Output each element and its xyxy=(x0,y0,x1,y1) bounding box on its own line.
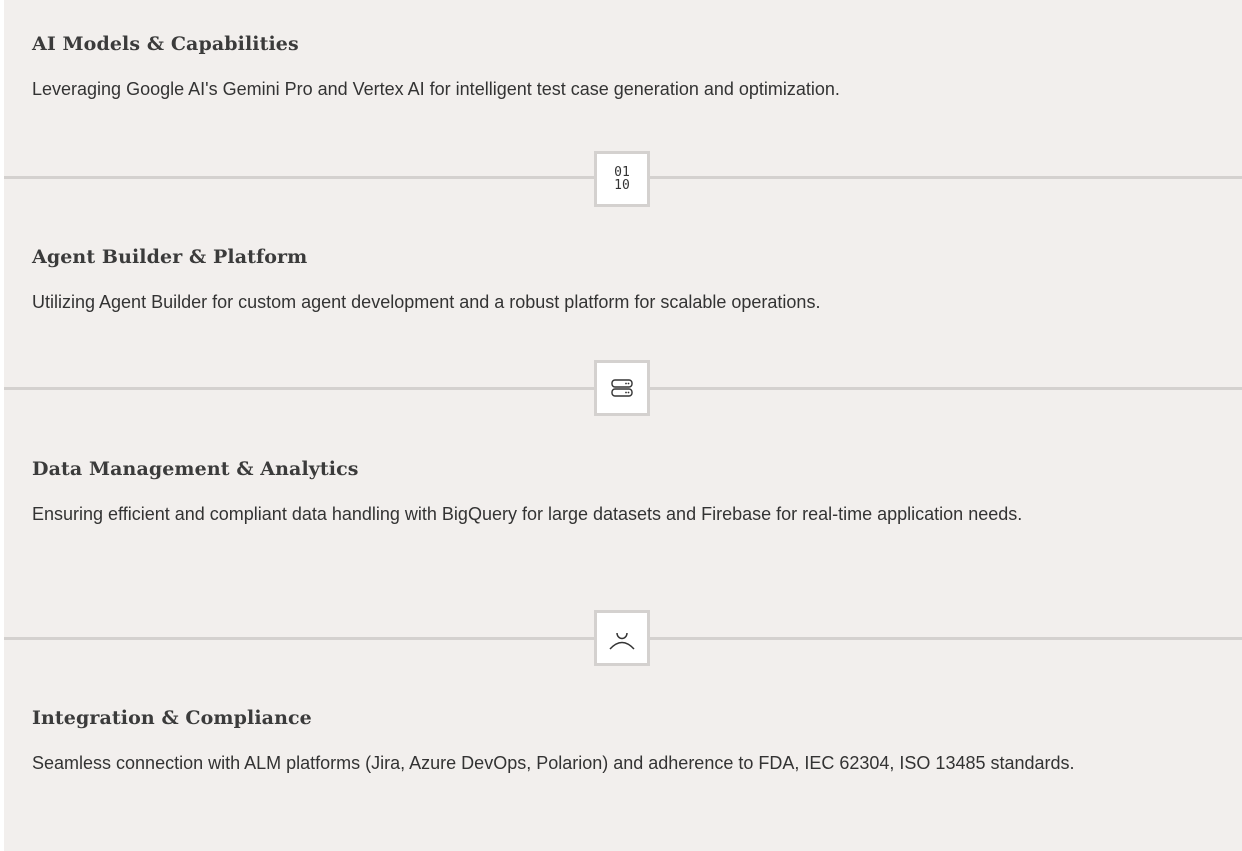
section-description: Ensuring efficient and compliant data ha… xyxy=(32,504,1023,524)
section-ai-models: AI Models & Capabilities Leveraging Goog… xyxy=(32,33,1212,105)
tech-stack-panel: AI Models & Capabilities Leveraging Goog… xyxy=(0,0,1242,851)
section-title: Integration & Compliance xyxy=(32,707,312,729)
server-stack-icon xyxy=(611,379,633,397)
left-border xyxy=(0,0,4,851)
section-agent-builder: Agent Builder & Platform Utilizing Agent… xyxy=(32,246,1212,318)
section-description: Utilizing Agent Builder for custom agent… xyxy=(32,292,821,312)
icon-badge xyxy=(594,360,650,416)
icon-badge xyxy=(594,610,650,666)
icon-badge: 01 10 xyxy=(594,151,650,207)
section-title: AI Models & Capabilities xyxy=(32,33,299,55)
section-title: Agent Builder & Platform xyxy=(32,246,308,268)
binary-code-icon: 01 10 xyxy=(614,165,630,193)
section-data-management: Data Management & Analytics Ensuring eff… xyxy=(32,458,1212,530)
user-icon xyxy=(609,632,635,650)
section-integration: Integration & Compliance Seamless connec… xyxy=(32,707,1212,779)
section-description: Leveraging Google AI's Gemini Pro and Ve… xyxy=(32,79,840,99)
section-title: Data Management & Analytics xyxy=(32,458,359,480)
section-description: Seamless connection with ALM platforms (… xyxy=(32,753,1075,773)
